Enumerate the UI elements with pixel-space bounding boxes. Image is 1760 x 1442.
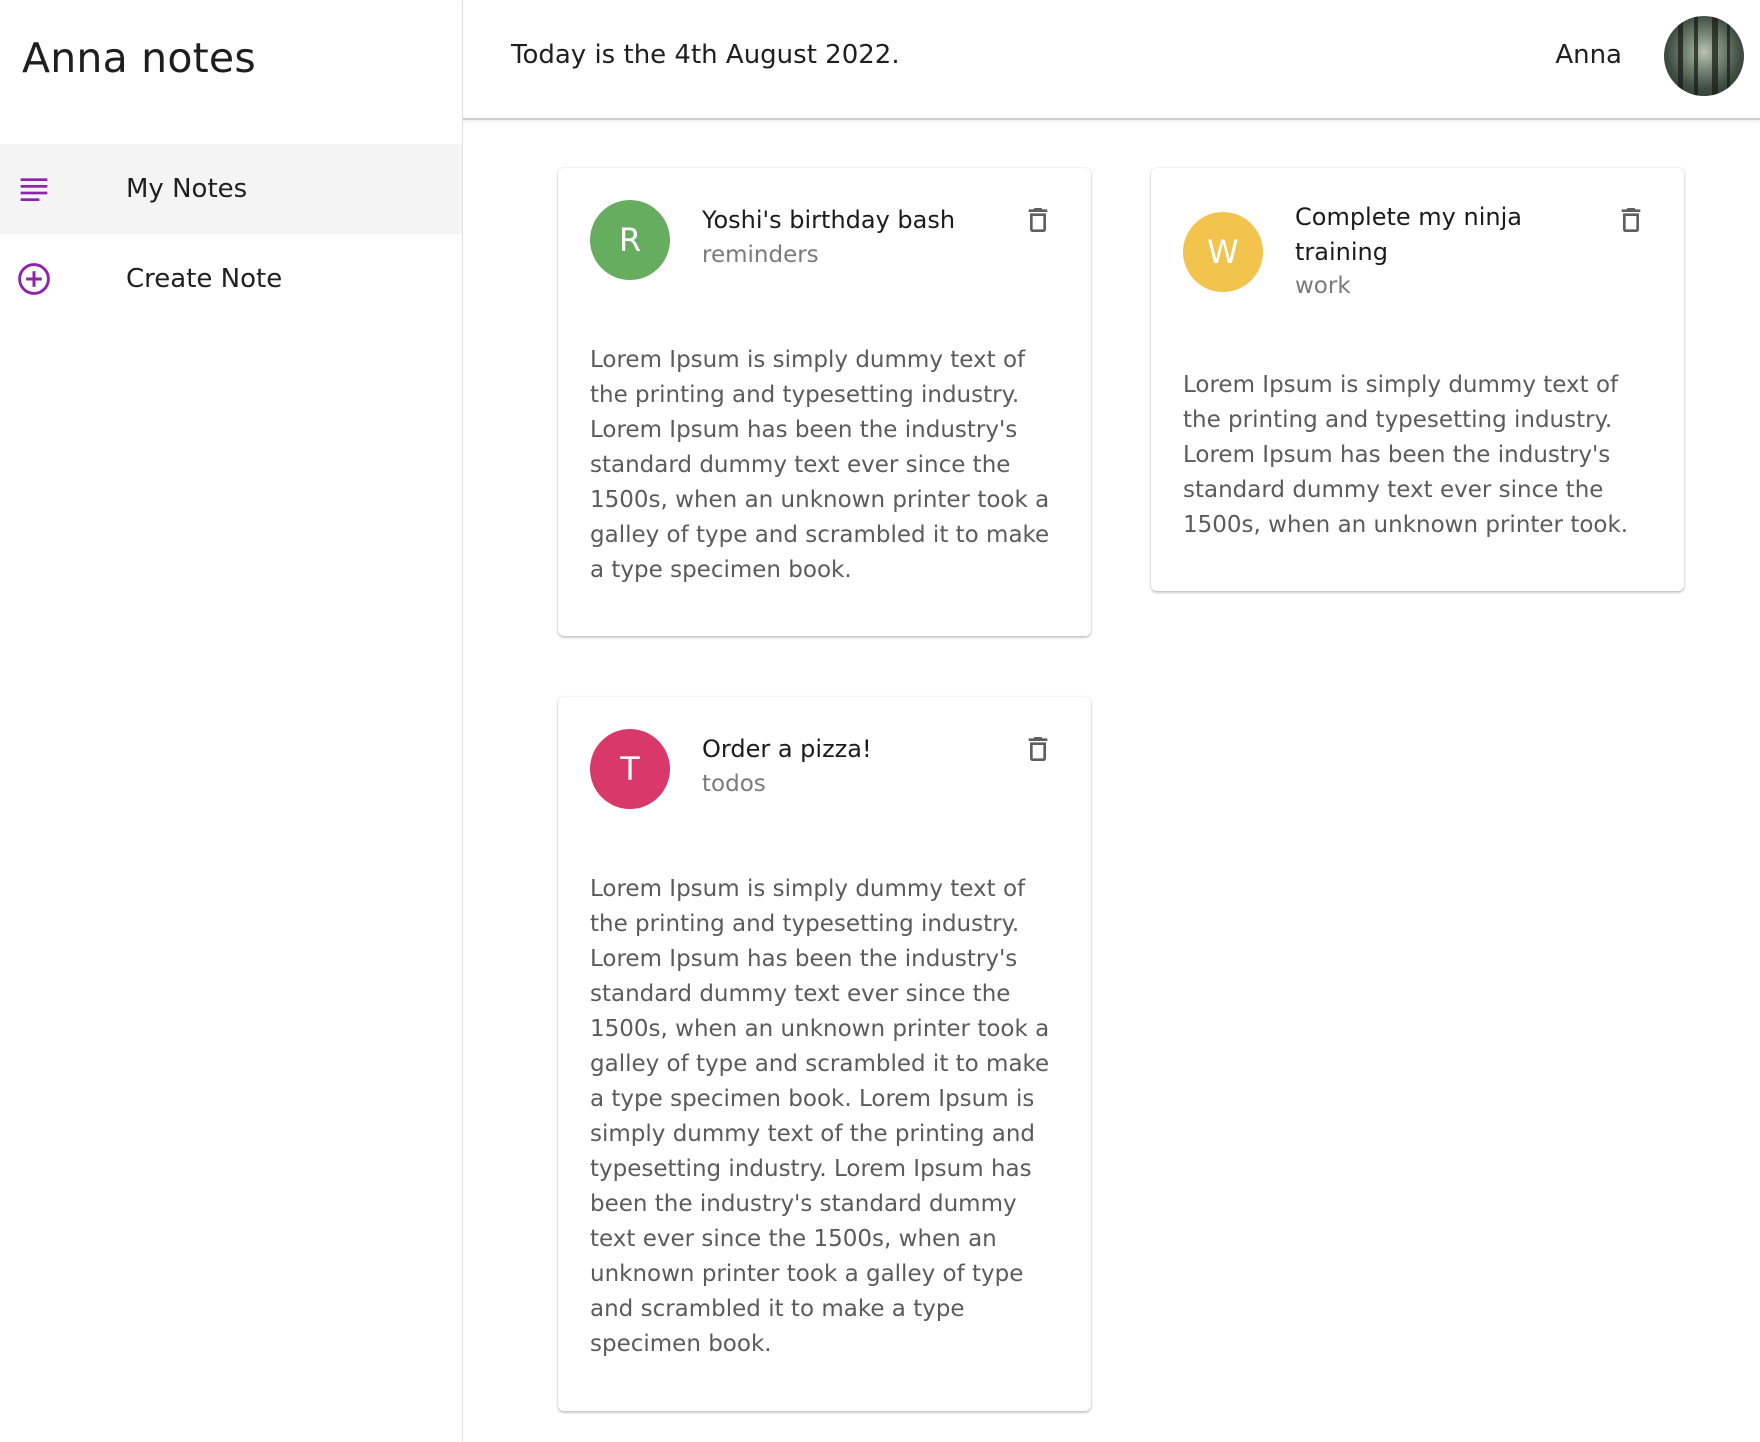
delete-note-button[interactable]: [1611, 202, 1651, 242]
note-details: Lorem Ipsum is simply dummy text of the …: [1183, 372, 1629, 538]
note-title: Order a pizza!: [702, 735, 872, 763]
user-name: Anna: [1555, 40, 1622, 70]
note-title: Complete my ninja training: [1295, 203, 1522, 266]
note-details: Lorem Ipsum is simply dummy text of the …: [590, 876, 1050, 1357]
notes-app: Anna notes My Notes Create Note Today is…: [0, 0, 1760, 1442]
subject-icon: [16, 171, 52, 207]
note-avatar: W: [1183, 212, 1263, 292]
sidebar-item-label: My Notes: [126, 174, 248, 204]
note-card: R Yoshi's birthday bash reminders Lorem …: [558, 168, 1091, 636]
avatar[interactable]: [1664, 16, 1744, 96]
note-details: Lorem Ipsum is simply dummy text of the …: [590, 347, 1050, 583]
note-title: Yoshi's birthday bash: [702, 206, 956, 234]
trash-icon: [1022, 733, 1054, 769]
sidebar-item-label: Create Note: [126, 264, 283, 294]
note-card: W Complete my ninja training work Lorem …: [1151, 168, 1684, 591]
note-category: work: [1295, 273, 1351, 299]
note-category: reminders: [702, 242, 819, 268]
sidebar-item-my-notes[interactable]: My Notes: [0, 144, 462, 234]
note-avatar: T: [590, 729, 670, 809]
note-card: T Order a pizza! todos Lorem Ipsum is si…: [558, 697, 1091, 1411]
add-circle-icon: [16, 261, 52, 297]
app-header: Today is the 4th August 2022. Anna: [463, 0, 1760, 120]
delete-note-button[interactable]: [1018, 202, 1058, 242]
sidebar-item-create-note[interactable]: Create Note: [0, 234, 462, 324]
date-text: Today is the 4th August 2022.: [511, 40, 900, 70]
trash-icon: [1615, 204, 1647, 240]
note-initial: W: [1207, 233, 1239, 271]
note-category: todos: [702, 771, 766, 797]
sidebar: Anna notes My Notes Create Note: [0, 0, 463, 1442]
note-avatar: R: [590, 200, 670, 280]
trash-icon: [1022, 204, 1054, 240]
note-initial: T: [620, 750, 640, 788]
note-initial: R: [618, 221, 642, 259]
delete-note-button[interactable]: [1018, 731, 1058, 771]
app-title: Anna notes: [22, 34, 256, 82]
